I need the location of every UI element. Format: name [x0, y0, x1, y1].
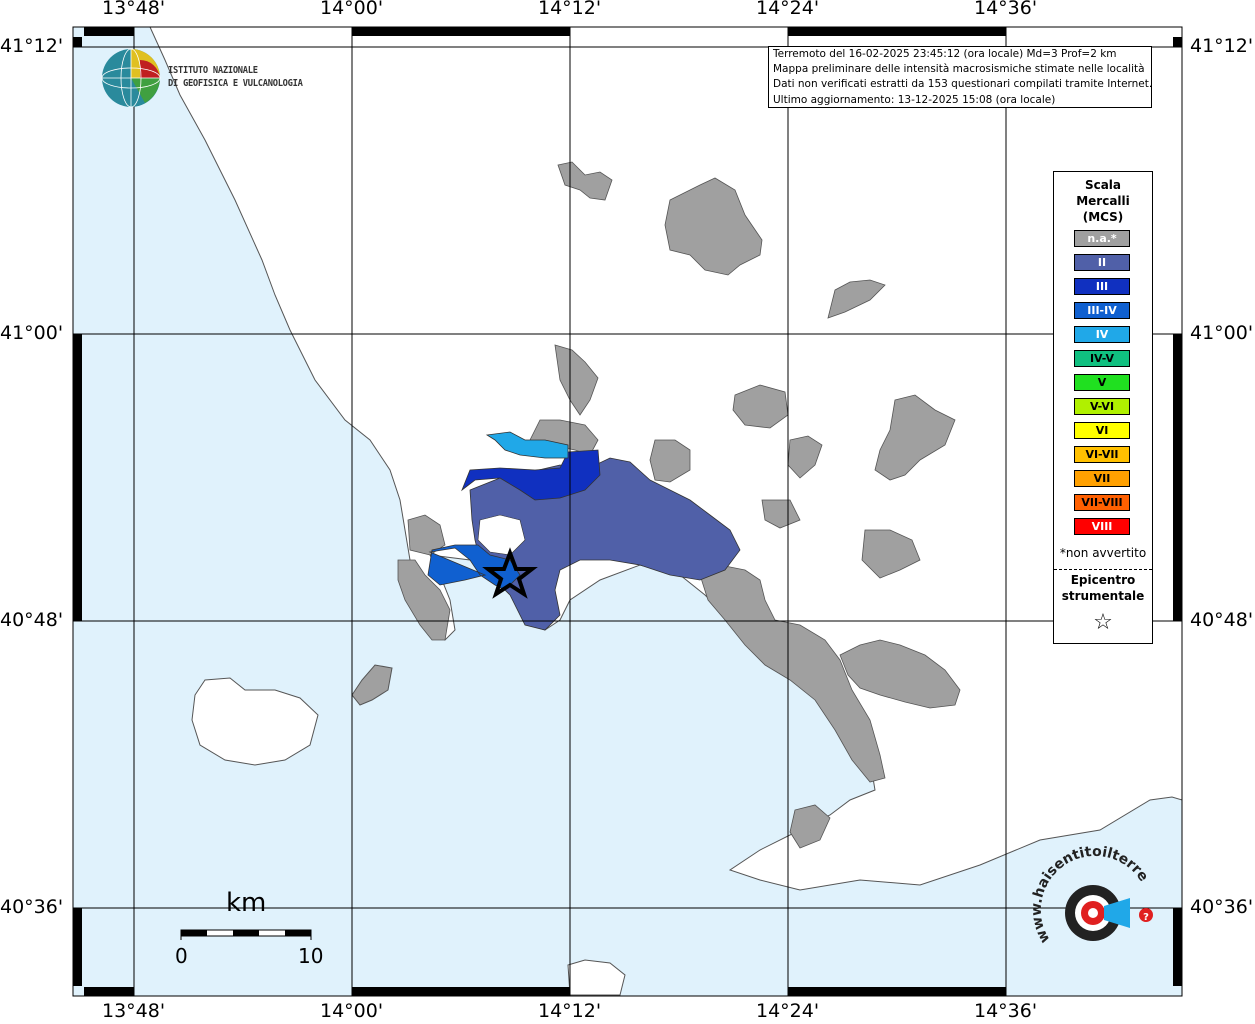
legend-item: VII-VIII: [1074, 494, 1130, 511]
legend-item: VII: [1074, 470, 1130, 487]
info-line-1: Terremoto del 16-02-2025 23:45:12 (ora l…: [773, 48, 1117, 60]
top-tick-label: 14°36': [974, 0, 1038, 19]
bottom-tick-label: 14°36': [974, 1000, 1038, 1022]
legend-star-icon: ☆: [1093, 610, 1113, 635]
legend-item: VI: [1074, 422, 1130, 439]
left-tick-label: 40°36': [0, 896, 64, 918]
scale-start: 0: [175, 944, 188, 968]
right-tick-label: 41°12': [1190, 35, 1254, 57]
legend-item: III-IV: [1074, 302, 1130, 319]
ingv-logo-text: ISTITUTO NAZIONALE DI GEOFISICA E VULCAN…: [168, 64, 303, 90]
legend-item: II: [1074, 254, 1130, 271]
legend-item: IV: [1074, 326, 1130, 343]
top-tick-label: 14°00': [320, 0, 384, 19]
info-line-2: Mappa preliminare delle intensità macros…: [773, 63, 1145, 76]
legend: Scala Mercalli (MCS) n.a.* II III III-IV IV I…: [1053, 171, 1153, 644]
top-tick-label: 14°12': [538, 0, 602, 19]
left-tick-label: 41°12': [0, 35, 64, 57]
right-tick-label: 40°48': [1190, 609, 1254, 631]
bottom-tick-label: 14°00': [320, 1000, 384, 1022]
legend-epicenter-line: strumentale: [1061, 589, 1145, 603]
ingv-logo-icon: [101, 48, 161, 108]
legend-separator: [1054, 569, 1152, 570]
bottom-tick-label: 13°48': [102, 1000, 166, 1022]
info-line-4: Ultimo aggiornamento: 13-12-2025 15:08 (…: [773, 93, 1056, 106]
info-line-3: Dati non verificati estratti da 153 ques…: [773, 78, 1153, 91]
legend-item: VIII: [1074, 518, 1130, 535]
legend-note: *non avvertito: [1059, 546, 1147, 560]
legend-title-line: Scala: [1084, 178, 1122, 192]
legend-item: IV-V: [1074, 350, 1130, 367]
right-tick-label: 41°00': [1190, 322, 1254, 344]
bottom-tick-label: 14°12': [538, 1000, 602, 1022]
svg-text:?: ?: [1143, 912, 1149, 923]
left-tick-label: 41°00': [0, 322, 64, 344]
legend-item: V-VI: [1074, 398, 1130, 415]
top-tick-label: 13°48': [102, 0, 166, 19]
legend-epicenter-label: Epicentro strumentale: [1054, 572, 1152, 604]
earthquake-info-box: Terremoto del 16-02-2025 23:45:12 (ora l…: [768, 46, 1152, 108]
legend-title-line: Mercalli: [1076, 194, 1130, 208]
logo-line-1: ISTITUTO NAZIONALE: [168, 65, 258, 76]
legend-title-line: (MCS): [1082, 210, 1124, 224]
legend-epicenter-line: Epicentro: [1070, 573, 1136, 587]
scale-end: 10: [298, 944, 324, 968]
bottom-tick-label: 14°24': [756, 1000, 820, 1022]
legend-item: V: [1074, 374, 1130, 391]
scale-unit: km: [226, 888, 267, 918]
left-tick-label: 40°48': [0, 609, 64, 631]
legend-items: n.a.* II III III-IV IV IV-V V V-VI VI VI-VII VII VI…: [1074, 230, 1130, 542]
top-tick-label: 14°24': [756, 0, 820, 19]
legend-item: VI-VII: [1074, 446, 1130, 463]
legend-title: Scala Mercalli (MCS): [1054, 177, 1152, 225]
right-tick-label: 40°36': [1190, 896, 1254, 918]
logo-line-2: DI GEOFISICA E VULCANOLOGIA: [168, 78, 303, 89]
legend-item: n.a.*: [1074, 230, 1130, 247]
legend-item: III: [1074, 278, 1130, 295]
